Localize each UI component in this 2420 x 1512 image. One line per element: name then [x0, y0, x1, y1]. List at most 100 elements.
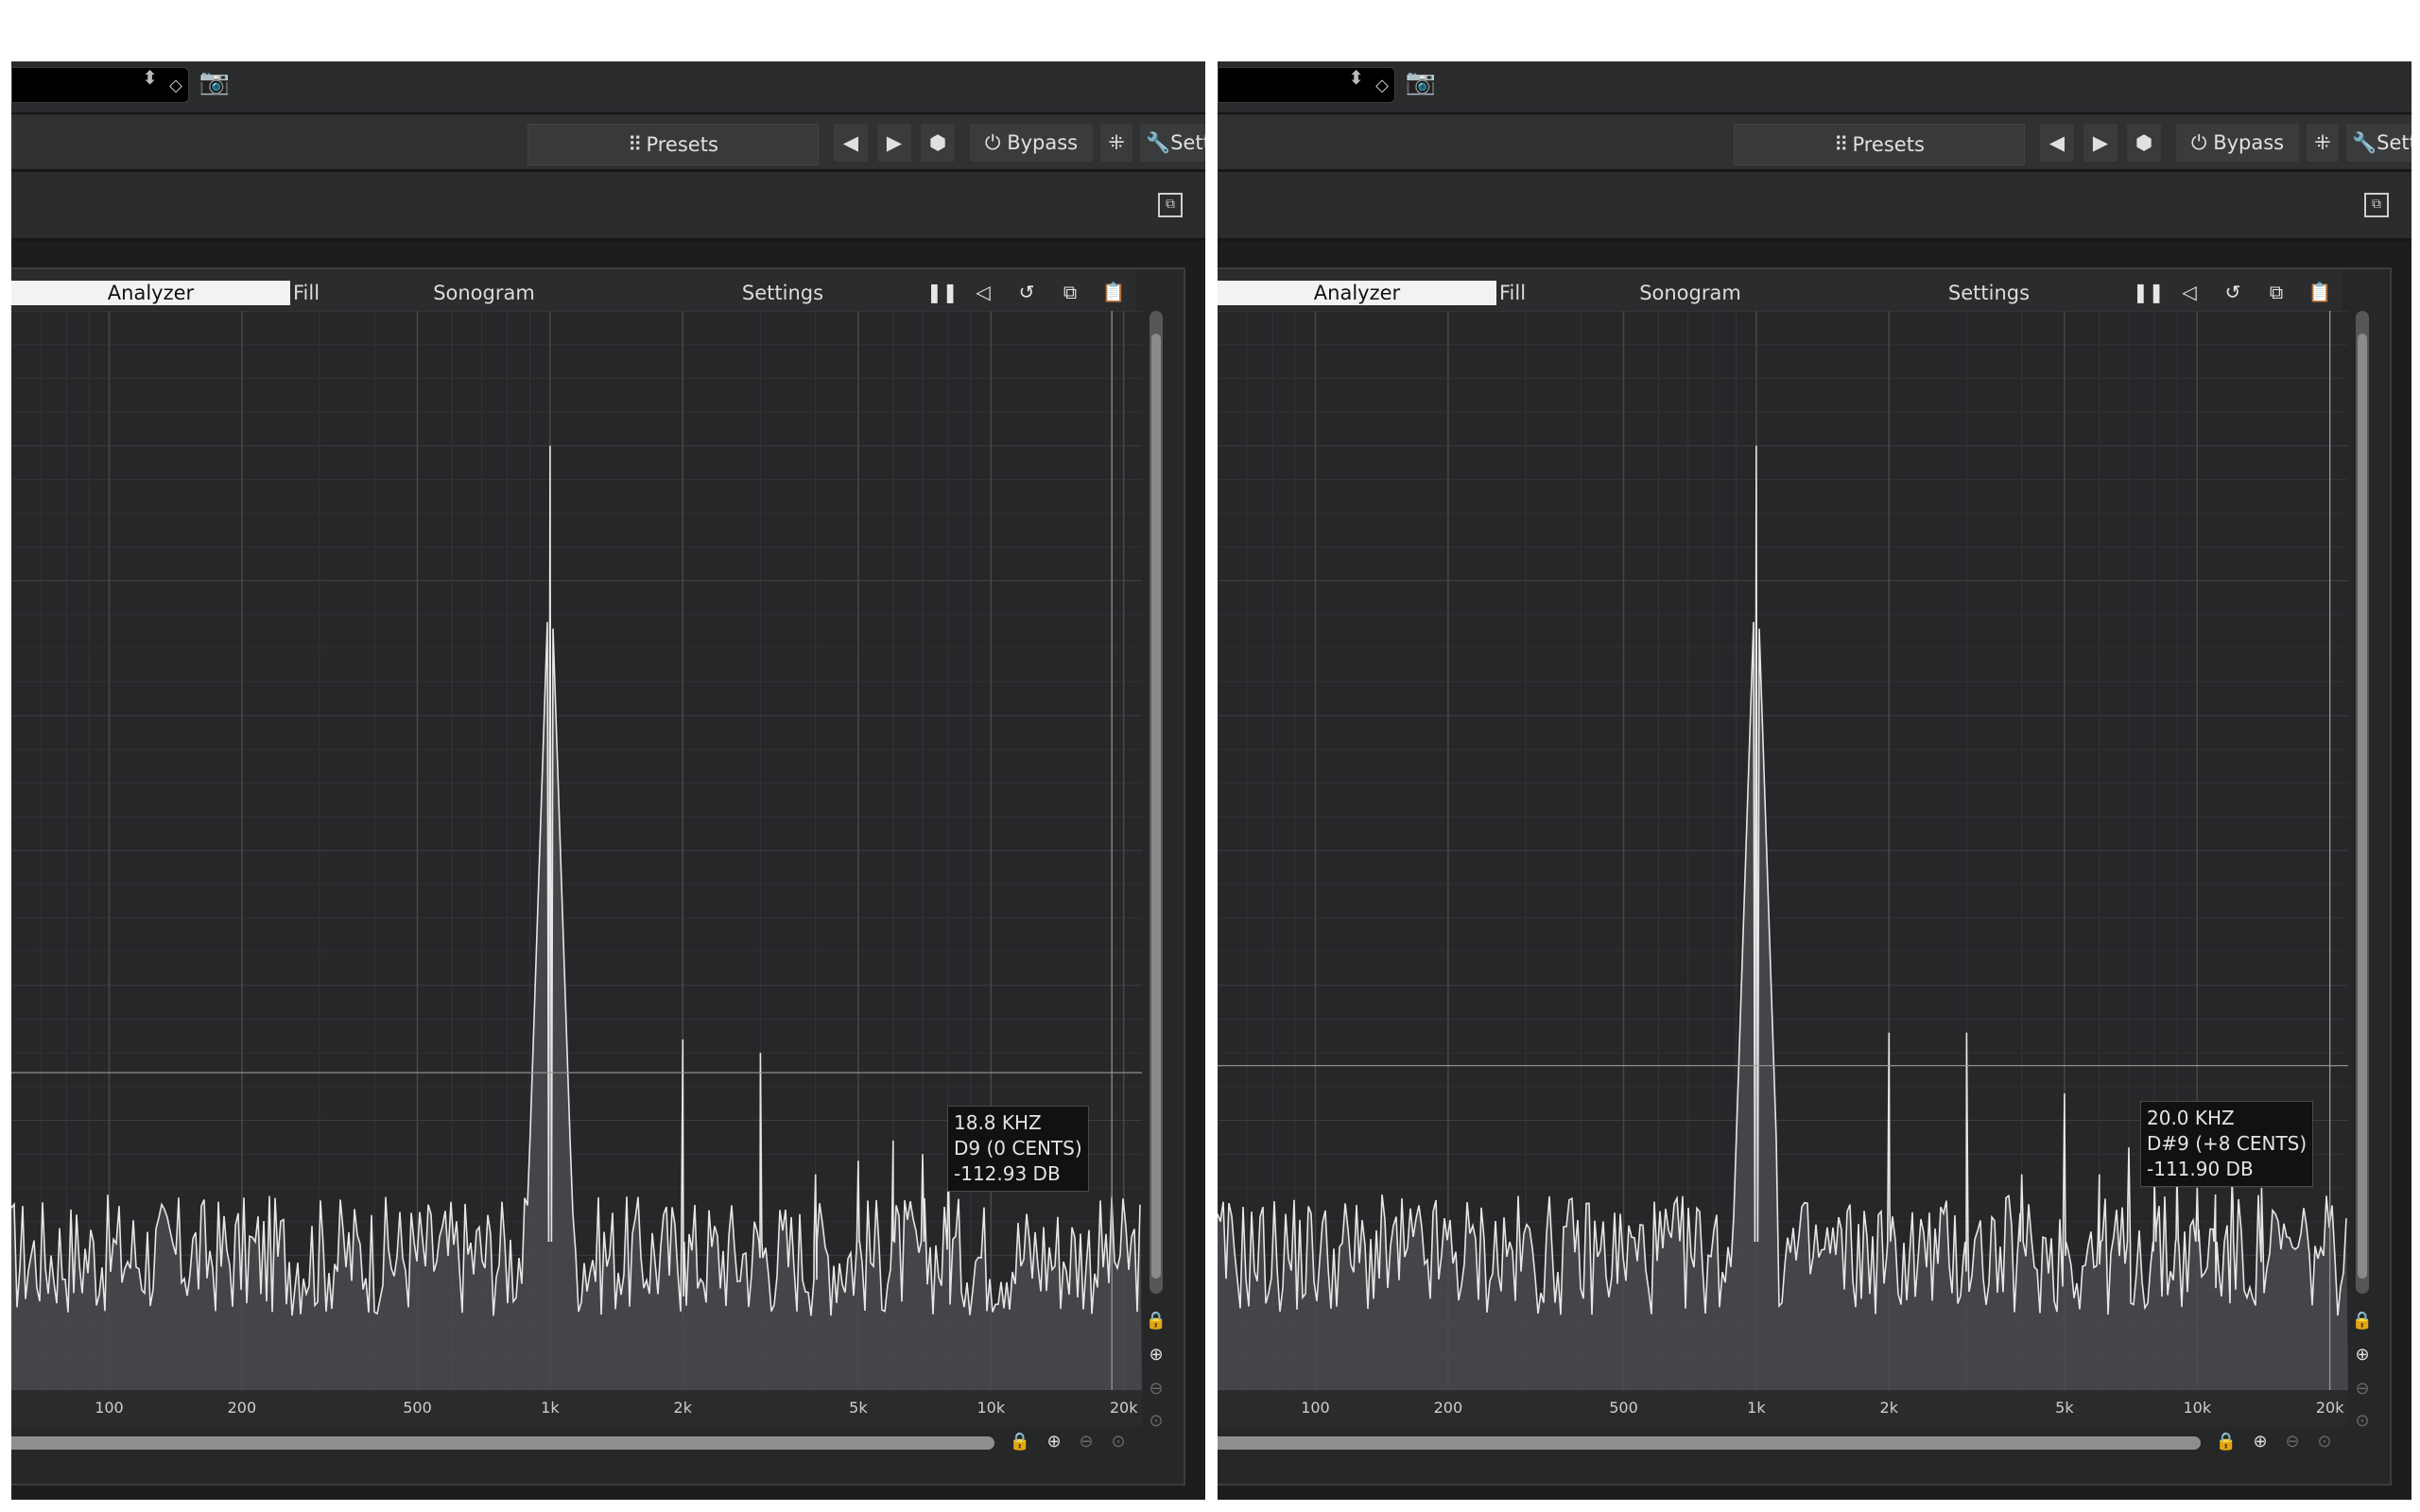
readout-note: D9 (0 CENTS) [954, 1137, 1082, 1160]
h-lock-icon[interactable]: 🔒 [1006, 1428, 1034, 1456]
freq-tick-label: 2k [1880, 1399, 1899, 1417]
pause-icon[interactable]: ❚❚ [2133, 277, 2165, 307]
analyzer-tabs: Analyzer Fill Sonogram Settings ❚❚ ◁ ↺ ⧉… [1218, 269, 2342, 311]
wrench-icon: 🔧 [2352, 131, 2377, 154]
bypass-button[interactable]: ⏻ Bypass [970, 124, 1093, 162]
display-field[interactable]: ⬍ ◇ [11, 67, 189, 103]
h-zoom-in-icon[interactable]: ⊕ [2246, 1428, 2274, 1456]
module-bar: ⧉ [1218, 169, 2411, 241]
pause-icon[interactable]: ❚❚ [926, 277, 959, 307]
readout-freq: 20.0 KHZ [2147, 1107, 2235, 1129]
vertical-scroll-thumb[interactable] [1151, 334, 1161, 1279]
lock-icon[interactable]: 🔒 [2348, 1307, 2377, 1335]
expand-icon[interactable]: ⧉ [1158, 193, 1183, 217]
h-zoom-out-icon[interactable]: ⊖ [1072, 1428, 1100, 1456]
zoom-reset-icon[interactable]: ⊙ [2348, 1407, 2377, 1435]
h-zoom-reset-icon[interactable]: ⊙ [1104, 1428, 1132, 1456]
freeze-icon[interactable]: ◁ [2174, 277, 2204, 307]
dice-icon: ⬢ [2135, 131, 2153, 154]
tab-analyzer[interactable]: Analyzer [1218, 281, 1496, 305]
power-icon: ⏻ [984, 131, 1001, 154]
random-preset-button[interactable]: ⬢ [921, 124, 955, 162]
freq-tick-label: 500 [403, 1399, 432, 1417]
camera-icon[interactable]: 📷 [199, 68, 231, 96]
horizontal-scrollbar[interactable] [11, 1436, 994, 1450]
display-field[interactable]: ⬍ ◇ [1218, 67, 1395, 103]
expand-icon[interactable]: ⧉ [2364, 193, 2389, 217]
prev-preset-button[interactable]: ◀ [834, 124, 868, 162]
tab-settings[interactable]: Settings [1913, 281, 2065, 305]
next-preset-button[interactable]: ▶ [877, 124, 911, 162]
zoom-out-icon[interactable]: ⊖ [2348, 1375, 2377, 1403]
diamond-icon[interactable]: ◇ [169, 76, 182, 95]
bypass-button[interactable]: ⏻ Bypass [2176, 124, 2299, 162]
reset-icon[interactable]: ↺ [1011, 277, 1042, 307]
zoom-out-icon[interactable]: ⊖ [1142, 1375, 1170, 1403]
h-zoom-out-icon[interactable]: ⊖ [2278, 1428, 2307, 1456]
midi-button[interactable]: ⁜ [2307, 124, 2339, 162]
plugin-window-right: ⬍ ◇ 📷 ⠿Presets ◀ ▶ ⬢ ⏻ Bypass ⁜ 🔧Setti ⧉… [1218, 61, 2411, 1500]
presets-button[interactable]: ⠿ Presets [1734, 124, 2025, 165]
freeze-icon[interactable]: ◁ [968, 277, 998, 307]
h-lock-icon[interactable]: 🔒 [2212, 1428, 2240, 1456]
cursor-readout: 20.0 KHZ D#9 (+8 CENTS) -111.90 DB [2140, 1101, 2314, 1187]
tab-fill[interactable]: Fill [293, 281, 331, 305]
prev-preset-button[interactable]: ◀ [2040, 124, 2074, 162]
freq-tick-label: 500 [1609, 1399, 1638, 1417]
horizontal-scrollbar[interactable] [1218, 1436, 2201, 1450]
cursor-readout: 18.8 KHZ D9 (0 CENTS) -112.93 DB [947, 1106, 1089, 1192]
camera-icon[interactable]: 📷 [1405, 68, 1437, 96]
power-icon: ⏻ [2190, 131, 2207, 154]
freq-tick-label: 10k [977, 1399, 1005, 1417]
lock-icon[interactable]: 🔒 [1142, 1307, 1170, 1335]
h-zoom-in-icon[interactable]: ⊕ [1040, 1428, 1068, 1456]
copy-icon[interactable]: ⧉ [1055, 277, 1085, 307]
spinner-icon[interactable]: ⬍ [142, 68, 158, 87]
spectrum-plot[interactable]: 100 200 500 1k 2k 5k 10k 20k [11, 310, 1142, 1426]
module-bar: ⧉ [11, 169, 1205, 241]
chevron-right-icon: ▶ [886, 131, 903, 154]
midi-button[interactable]: ⁜ [1100, 124, 1132, 162]
presets-label: Presets [1852, 133, 1925, 156]
paste-icon[interactable]: 📋 [1098, 277, 1129, 307]
readout-freq: 18.8 KHZ [954, 1111, 1042, 1134]
zoom-in-icon[interactable]: ⊕ [2348, 1341, 2377, 1369]
tab-sonogram[interactable]: Sonogram [1615, 281, 1766, 305]
spinner-icon[interactable]: ⬍ [1348, 68, 1364, 87]
vertical-scrollbar[interactable] [1150, 311, 1163, 1294]
wrench-icon: 🔧 [1146, 131, 1171, 154]
freq-tick-label: 1k [541, 1399, 560, 1417]
chevron-left-icon: ◀ [842, 131, 859, 154]
presets-button[interactable]: ⠿ Presets [527, 124, 819, 165]
next-preset-button[interactable]: ▶ [2083, 124, 2118, 162]
presets-label: Presets [646, 133, 718, 156]
h-zoom-reset-icon[interactable]: ⊙ [2310, 1428, 2339, 1456]
grid-icon: ⠿ [628, 133, 642, 156]
copy-icon[interactable]: ⧉ [2261, 277, 2291, 307]
tab-sonogram[interactable]: Sonogram [408, 281, 560, 305]
tab-analyzer[interactable]: Analyzer [11, 281, 290, 305]
tab-fill[interactable]: Fill [1499, 281, 1537, 305]
freq-tick-label: 10k [2183, 1399, 2211, 1417]
reset-icon[interactable]: ↺ [2218, 277, 2248, 307]
diamond-icon[interactable]: ◇ [1375, 76, 1389, 95]
freq-tick-label: 1k [1747, 1399, 1766, 1417]
tab-settings[interactable]: Settings [707, 281, 858, 305]
random-preset-button[interactable]: ⬢ [2127, 124, 2161, 162]
top-toolbar: ⬍ ◇ 📷 [11, 61, 1205, 114]
vertical-scrollbar[interactable] [2356, 311, 2369, 1294]
settings-button[interactable]: 🔧Setti [1140, 124, 1205, 162]
freq-tick-label: 200 [1434, 1399, 1463, 1417]
vertical-scroll-thumb[interactable] [2358, 334, 2367, 1279]
plugin-window-left: ⬍ ◇ 📷 ⠿Presets ◀ ▶ ⬢ ⏻ Bypass ⁜ 🔧Setti ⧉… [11, 61, 1205, 1500]
dice-icon: ⬢ [928, 131, 947, 154]
spectrum-plot[interactable]: 100 200 500 1k 2k 5k 10k 20k [1218, 310, 2348, 1426]
analyzer-tabs: Analyzer Fill Sonogram Settings ❚❚ ◁ ↺ ⧉… [11, 269, 1136, 311]
freq-tick-label: 5k [849, 1399, 868, 1417]
zoom-in-icon[interactable]: ⊕ [1142, 1341, 1170, 1369]
freq-tick-label: 20k [1110, 1399, 1138, 1417]
analyzer-frame: Analyzer Fill Sonogram Settings ❚❚ ◁ ↺ ⧉… [1218, 267, 2392, 1486]
settings-button[interactable]: 🔧Setti [2346, 124, 2411, 162]
zoom-reset-icon[interactable]: ⊙ [1142, 1407, 1170, 1435]
paste-icon[interactable]: 📋 [2305, 277, 2335, 307]
